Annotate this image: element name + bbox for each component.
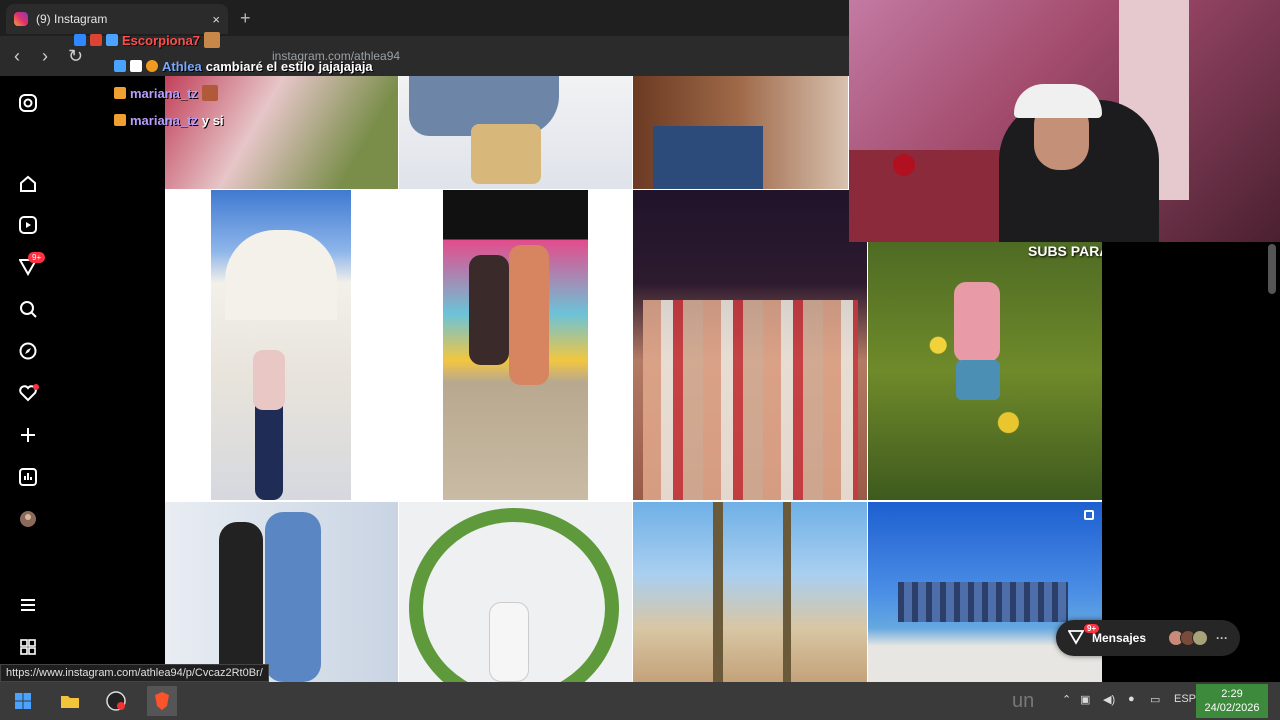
dashboard-icon[interactable] — [17, 466, 39, 488]
post-thumbnail[interactable] — [399, 76, 632, 189]
crown-badge-icon — [114, 114, 126, 126]
post-thumbnail[interactable] — [399, 190, 632, 500]
post-thumbnail[interactable] — [868, 242, 1102, 500]
chat-message: mariana_tz — [114, 83, 218, 103]
instagram-logo-icon[interactable] — [17, 92, 39, 114]
instagram-sidebar — [0, 76, 165, 682]
chat-badge-icon — [90, 34, 102, 46]
chat-text: cambiaré el estilo jajajajaja — [205, 58, 373, 74]
clock-time: 2:29 — [1221, 688, 1243, 700]
chat-text: y si — [201, 112, 224, 128]
avatar — [1192, 630, 1208, 646]
chat-message: mariana_tz y si — [114, 110, 224, 130]
post-thumbnail[interactable] — [633, 502, 867, 682]
right-empty-pane — [1102, 242, 1280, 682]
chat-emote-icon — [201, 85, 218, 101]
new-tab-button[interactable]: + — [240, 8, 251, 29]
chat-badge-icon — [74, 34, 86, 46]
post-thumbnail[interactable] — [633, 76, 848, 189]
crown-badge-icon — [114, 87, 126, 99]
direct-messages-icon — [1067, 629, 1085, 648]
chat-badge-icon — [146, 60, 158, 72]
profile-avatar[interactable] — [17, 508, 39, 530]
network-icon[interactable]: ▣ — [1080, 693, 1090, 706]
activity-dot — [33, 384, 39, 390]
post-thumbnail[interactable] — [165, 502, 398, 682]
chat-username: Escorpiona7 — [122, 32, 201, 48]
windows-start-icon[interactable] — [10, 688, 36, 714]
messages-pill[interactable]: 9+ Mensajes ··· — [1056, 620, 1240, 656]
tab-title: (9) Instagram — [36, 12, 108, 26]
chat-badge-icon — [130, 60, 142, 72]
post-thumbnail[interactable] — [633, 190, 867, 500]
chat-message: Athlea cambiaré el estilo jajajajaja — [114, 56, 373, 76]
chat-username: Athlea — [162, 58, 202, 74]
chat-badge-icon — [114, 60, 126, 72]
create-plus-icon[interactable] — [17, 424, 39, 446]
forward-arrow-icon[interactable]: › — [42, 46, 48, 67]
watermark-text: un — [1012, 690, 1035, 712]
chat-message: Escorpiona7 — [74, 30, 221, 50]
clock-date: 24/02/2026 — [1204, 702, 1260, 714]
scrollbar[interactable] — [1268, 244, 1276, 294]
status-bar-url: https://www.instagram.com/athlea94/p/Cvc… — [0, 664, 269, 682]
tab-close-icon[interactable]: × — [212, 12, 220, 27]
webcam-overlay — [849, 0, 1280, 242]
microphone-icon[interactable]: ● — [1128, 693, 1135, 705]
language-indicator[interactable]: ESP — [1174, 693, 1196, 705]
brave-browser-icon[interactable] — [147, 686, 177, 716]
post-thumbnail[interactable] — [868, 502, 1102, 682]
explore-icon[interactable] — [17, 340, 39, 362]
message-avatars — [1168, 630, 1208, 646]
post-thumbnail[interactable] — [399, 502, 632, 682]
search-icon[interactable] — [17, 298, 39, 320]
taskbar-clock[interactable]: 2:29 24/02/2026 — [1196, 684, 1268, 718]
messages-badge: 9+ — [1084, 624, 1100, 633]
more-apps-icon[interactable] — [17, 636, 39, 658]
tray-up-icon[interactable]: ⌃ — [1062, 693, 1071, 706]
post-thumbnail[interactable] — [165, 190, 398, 500]
messages-label: Mensajes — [1092, 631, 1147, 645]
reels-icon[interactable] — [17, 214, 39, 236]
instagram-favicon-icon — [14, 12, 28, 26]
monitor-icon[interactable]: ▭ — [1150, 693, 1160, 706]
chat-username: mariana_tz — [130, 85, 198, 101]
carousel-icon — [1084, 510, 1094, 520]
menu-icon[interactable] — [17, 594, 39, 616]
obs-icon[interactable] — [103, 688, 129, 714]
volume-icon[interactable]: ◀) — [1103, 693, 1115, 706]
chat-badge-icon — [106, 34, 118, 46]
file-explorer-icon[interactable] — [57, 688, 83, 714]
chat-username: mariana_tz — [130, 112, 198, 128]
home-icon[interactable] — [17, 173, 39, 195]
more-icon: ··· — [1216, 631, 1228, 645]
back-arrow-icon[interactable]: ‹ — [14, 46, 20, 67]
chat-emote-icon — [204, 32, 221, 48]
notification-badge: 9+ — [28, 252, 46, 263]
